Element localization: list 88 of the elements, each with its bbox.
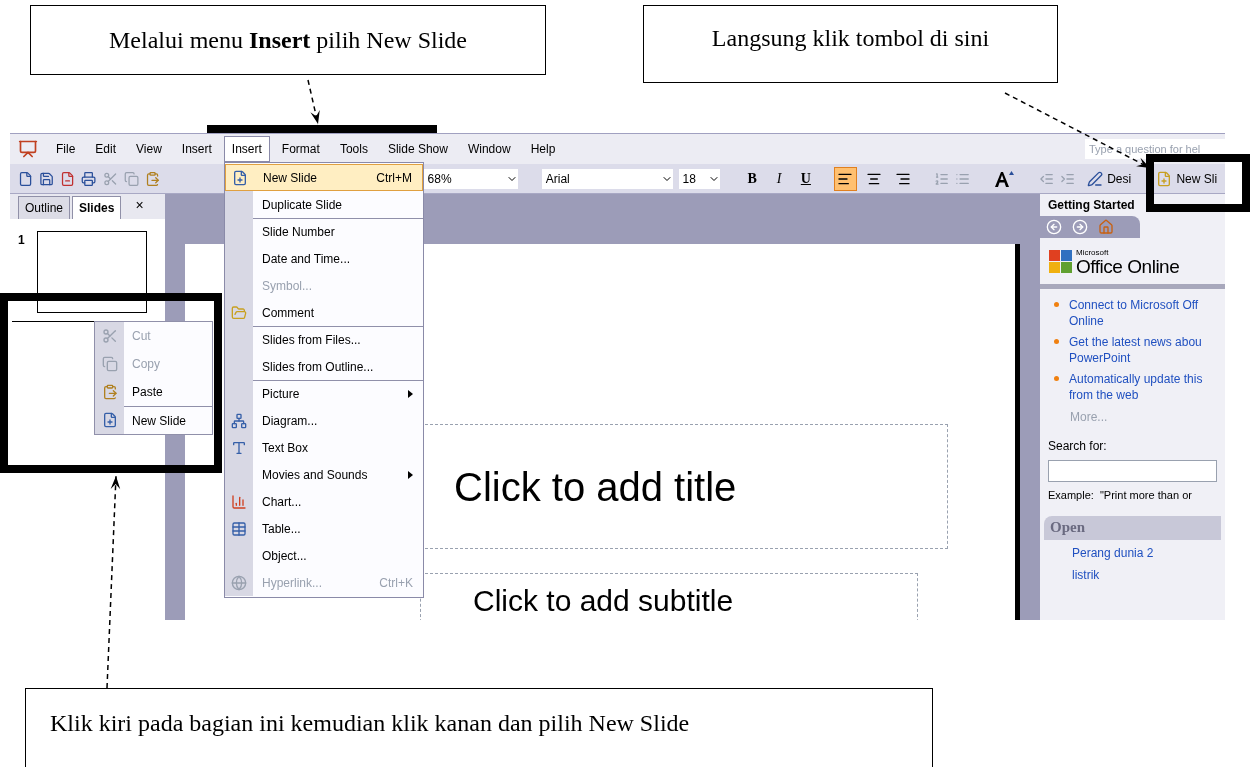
align-button[interactable] xyxy=(833,166,857,191)
globe-icon xyxy=(231,574,247,591)
search-example: Example: "Print more than or xyxy=(1048,488,1193,503)
menu-option[interactable]: Object... xyxy=(225,542,423,569)
menu-option[interactable]: New Slide Ctrl+M xyxy=(225,164,423,191)
back-icon[interactable] xyxy=(1046,219,1062,235)
logo-caption: Microsoft xyxy=(1076,249,1110,257)
menu-item[interactable]: Tools xyxy=(331,136,376,162)
task-link[interactable]: Automatically update this from the web xyxy=(1069,371,1203,403)
permission-icon[interactable] xyxy=(60,170,76,187)
cut-icon[interactable] xyxy=(102,170,118,187)
slide-number: 1 xyxy=(18,232,25,249)
pen-icon xyxy=(1087,170,1104,187)
task-pane-title: Getting Started xyxy=(1048,197,1135,214)
bold-button[interactable]: B xyxy=(741,168,763,189)
table-icon xyxy=(231,520,247,537)
menu-item[interactable]: Window xyxy=(459,136,519,162)
logo-text: Office Online xyxy=(1076,257,1180,276)
folder-icon xyxy=(231,304,247,321)
menu-option[interactable]: Table... xyxy=(225,515,423,542)
task-link[interactable]: Get the latest news abou PowerPoint xyxy=(1069,334,1202,366)
menu-item[interactable]: Edit xyxy=(87,136,125,162)
copy-icon[interactable] xyxy=(123,170,139,187)
menu-item[interactable]: Insert xyxy=(173,136,220,162)
zoom-dropdown[interactable]: 68% xyxy=(423,168,519,189)
font-size-dropdown[interactable]: 18 xyxy=(678,168,721,189)
callout-text: Langsung klik tombol di sini xyxy=(711,24,990,53)
new-file-icon[interactable] xyxy=(18,170,34,187)
menu-option[interactable]: Chart... xyxy=(225,488,423,515)
menu-option[interactable]: Picture xyxy=(225,380,423,407)
office-logo-icon xyxy=(1048,248,1074,276)
underline-button[interactable]: U xyxy=(795,168,817,189)
font-dropdown[interactable]: Arial xyxy=(541,168,673,189)
recent-file-link[interactable]: listrik xyxy=(1072,565,1225,584)
paste-icon[interactable] xyxy=(144,170,160,187)
menu-item[interactable]: Insert xyxy=(223,136,270,162)
paste-icon xyxy=(101,384,118,400)
menu-item[interactable]: Format xyxy=(273,136,328,162)
font-grow-icon[interactable] xyxy=(993,169,1014,188)
menu-item[interactable]: Slide Show xyxy=(379,136,456,162)
italic-button[interactable]: I xyxy=(768,168,790,189)
menu-option[interactable]: Text Box xyxy=(225,434,423,461)
app-icon xyxy=(18,139,38,159)
bullet-icon xyxy=(1054,339,1059,344)
new-slide-icon xyxy=(101,412,118,428)
menu-option[interactable]: Date and Time... xyxy=(225,245,423,272)
new-slide-button[interactable]: New Sli xyxy=(1156,169,1218,188)
new-slide-icon xyxy=(232,169,248,186)
design-button[interactable]: Desi xyxy=(1087,169,1132,188)
bullet-icon xyxy=(1054,302,1059,307)
search-label: Search for: xyxy=(1048,438,1108,455)
menu-option[interactable]: Paste xyxy=(95,378,212,406)
menu-option[interactable]: Movies and Sounds xyxy=(225,461,423,488)
menu-option[interactable]: Slide Number xyxy=(225,218,423,245)
task-link[interactable]: Connect to Microsoft Off Online xyxy=(1069,297,1199,329)
menu-item[interactable]: View xyxy=(128,136,170,162)
recent-file-link[interactable]: Perang dunia 2 xyxy=(1072,543,1225,562)
pane-tab[interactable]: Outline xyxy=(18,196,71,219)
numbering-icon[interactable] xyxy=(933,170,950,187)
menu-option[interactable]: Comment xyxy=(225,299,423,326)
menu-item[interactable]: Help xyxy=(522,136,564,162)
pane-tab[interactable]: Slides xyxy=(72,196,122,219)
text-box-icon xyxy=(231,439,247,456)
new-slide-icon xyxy=(1156,170,1173,187)
scissors-icon xyxy=(101,328,118,344)
section-heading: Open xyxy=(1050,518,1085,538)
menu-option[interactable]: Diagram... xyxy=(225,407,423,434)
menu-option[interactable]: New Slide xyxy=(95,406,212,434)
copy-icon xyxy=(101,356,118,372)
submenu-arrow-icon xyxy=(408,470,413,479)
diagram-icon xyxy=(231,412,247,429)
save-icon[interactable] xyxy=(39,170,55,187)
menu-option[interactable]: Slides from Files... xyxy=(225,326,423,353)
callout-text: Melalui menu Insert pilih New Slide xyxy=(109,26,467,55)
bullet-icon xyxy=(1054,376,1059,381)
bar-chart-icon xyxy=(231,493,247,510)
forward-icon[interactable] xyxy=(1072,219,1088,235)
slide-thumbnail[interactable] xyxy=(36,231,147,313)
submenu-arrow-icon xyxy=(408,390,413,398)
home-icon[interactable] xyxy=(1098,219,1114,235)
menu-option[interactable]: Duplicate Slide xyxy=(225,191,423,218)
search-field[interactable] xyxy=(1048,460,1217,482)
callout-text: Klik kiri pada bagian ini kemudian klik kanan dan pilih New Slide xyxy=(50,709,690,738)
menu-option[interactable]: Slides from Outline... xyxy=(225,353,423,380)
dashed-arrow xyxy=(307,79,320,125)
close-pane-button[interactable]: × xyxy=(135,195,144,216)
print-icon[interactable] xyxy=(81,170,97,187)
menu-item[interactable]: File xyxy=(48,136,84,162)
